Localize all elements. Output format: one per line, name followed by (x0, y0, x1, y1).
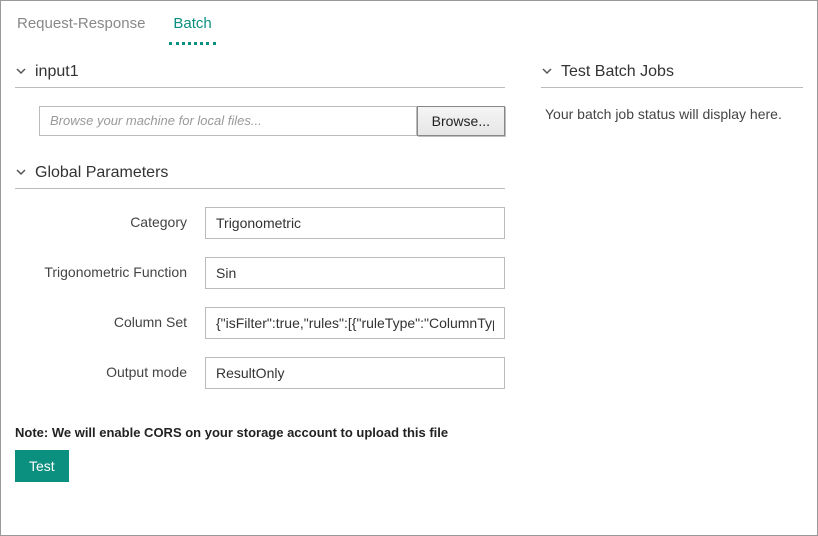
input-output-mode[interactable] (205, 357, 505, 389)
input-category[interactable] (205, 207, 505, 239)
chevron-down-icon (15, 166, 27, 181)
param-row-output-mode: Output mode (15, 357, 505, 389)
batch-status-text: Your batch job status will display here. (541, 106, 803, 122)
browse-button[interactable]: Browse... (417, 106, 505, 136)
label-trig-function: Trigonometric Function (15, 257, 205, 281)
label-category: Category (15, 207, 205, 231)
param-row-column-set: Column Set (15, 307, 505, 339)
section-global-params-title: Global Parameters (35, 164, 168, 182)
tab-batch[interactable]: Batch (169, 9, 215, 45)
chevron-down-icon (15, 65, 27, 80)
input-trig-function[interactable] (205, 257, 505, 289)
section-input1-title: input1 (35, 63, 79, 81)
param-row-category: Category (15, 207, 505, 239)
label-output-mode: Output mode (15, 357, 205, 381)
chevron-down-icon (541, 65, 553, 80)
section-test-batch-jobs-header[interactable]: Test Batch Jobs (541, 63, 803, 88)
label-column-set: Column Set (15, 307, 205, 331)
file-browse-row: Browse your machine for local files... B… (39, 106, 505, 136)
param-row-trig-function: Trigonometric Function (15, 257, 505, 289)
section-global-params-header[interactable]: Global Parameters (15, 164, 505, 189)
tab-request-response[interactable]: Request-Response (13, 9, 149, 45)
section-input1-header[interactable]: input1 (15, 63, 505, 88)
section-test-batch-jobs-title: Test Batch Jobs (561, 63, 674, 81)
file-path-input[interactable]: Browse your machine for local files... (39, 106, 417, 136)
test-button[interactable]: Test (15, 450, 69, 482)
tabs-bar: Request-Response Batch (1, 1, 817, 45)
cors-note: Note: We will enable CORS on your storag… (15, 425, 817, 440)
input-column-set[interactable] (205, 307, 505, 339)
